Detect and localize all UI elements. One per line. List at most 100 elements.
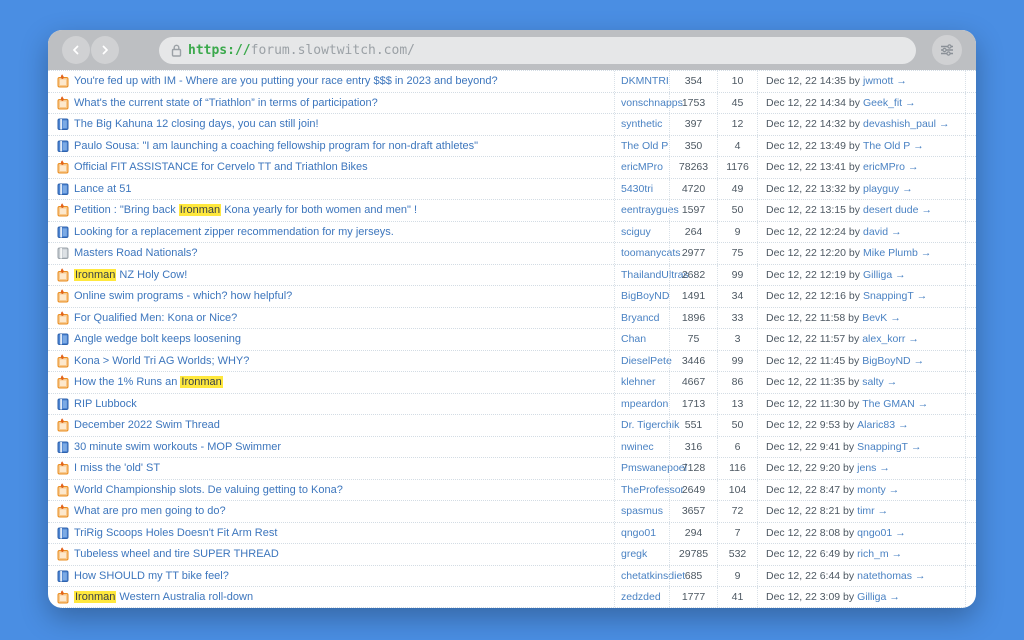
thread-title-link[interactable]: Ironman NZ Holy Cow!: [74, 268, 614, 281]
thread-lastposter-link[interactable]: devashish_paul: [863, 118, 936, 130]
thread-title-link[interactable]: TriRig Scoops Holes Doesn't Fit Arm Rest: [74, 527, 614, 539]
thread-row[interactable]: Online swim programs - which? how helpfu…: [48, 285, 976, 307]
goto-lastpost-arrow-icon[interactable]: →: [898, 419, 909, 431]
thread-lastposter-link[interactable]: david: [863, 226, 888, 238]
thread-title-link[interactable]: I miss the 'old' ST: [74, 462, 614, 474]
thread-lastposter-link[interactable]: rich_m: [857, 548, 889, 560]
goto-lastpost-arrow-icon[interactable]: →: [908, 161, 919, 173]
goto-lastpost-arrow-icon[interactable]: →: [889, 484, 900, 496]
thread-row[interactable]: December 2022 Swim Thread Dr. Tigerchik …: [48, 414, 976, 436]
goto-lastpost-arrow-icon[interactable]: →: [890, 312, 901, 324]
thread-title-link[interactable]: December 2022 Swim Thread: [74, 419, 614, 431]
thread-lastposter-link[interactable]: alex_korr: [862, 333, 905, 345]
thread-row[interactable]: Angle wedge bolt keeps loosening Chan 75…: [48, 328, 976, 350]
url-bar[interactable]: https://forum.slowtwitch.com/: [159, 36, 916, 64]
goto-lastpost-arrow-icon[interactable]: →: [914, 355, 925, 367]
goto-lastpost-arrow-icon[interactable]: →: [878, 505, 889, 517]
thread-row[interactable]: World Championship slots. De valuing get…: [48, 478, 976, 500]
thread-author-link[interactable]: qngo01: [614, 522, 669, 543]
thread-row[interactable]: For Qualified Men: Kona or Nice? Bryancd…: [48, 306, 976, 328]
goto-lastpost-arrow-icon[interactable]: →: [879, 462, 890, 474]
thread-title-link[interactable]: How SHOULD my TT bike feel?: [74, 570, 614, 582]
goto-lastpost-arrow-icon[interactable]: →: [911, 441, 922, 453]
thread-author-link[interactable]: synthetic: [614, 114, 669, 135]
goto-lastpost-arrow-icon[interactable]: →: [905, 97, 916, 109]
goto-lastpost-arrow-icon[interactable]: →: [896, 75, 907, 87]
goto-lastpost-arrow-icon[interactable]: →: [889, 591, 900, 603]
thread-title-link[interactable]: Online swim programs - which? how helpfu…: [74, 290, 614, 302]
thread-author-link[interactable]: mpeardon: [614, 393, 669, 414]
thread-row[interactable]: Tubeless wheel and tire SUPER THREAD gre…: [48, 543, 976, 565]
goto-lastpost-arrow-icon[interactable]: →: [921, 247, 932, 259]
thread-author-link[interactable]: DieselPete: [614, 350, 672, 371]
goto-lastpost-arrow-icon[interactable]: →: [908, 333, 919, 345]
thread-title-link[interactable]: Ironman Western Australia roll-down: [74, 590, 614, 603]
thread-author-link[interactable]: eentraygues: [614, 200, 679, 221]
thread-lastposter-link[interactable]: Alaric83: [857, 419, 895, 431]
thread-title-link[interactable]: What are pro men going to do?: [74, 505, 614, 517]
thread-author-link[interactable]: The Old P: [614, 135, 669, 156]
thread-author-link[interactable]: Chan: [614, 329, 669, 350]
thread-lastposter-link[interactable]: natethomas: [857, 570, 912, 582]
thread-title-link[interactable]: RIP Lubbock: [74, 398, 614, 410]
thread-row[interactable]: Ironman NZ Holy Cow! ThailandUltras 2682…: [48, 263, 976, 285]
thread-row[interactable]: What's the current state of “Triathlon” …: [48, 91, 976, 113]
thread-title-link[interactable]: 30 minute swim workouts - MOP Swimmer: [74, 441, 614, 453]
thread-title-link[interactable]: Angle wedge bolt keeps loosening: [74, 333, 614, 345]
thread-author-link[interactable]: klehner: [614, 372, 669, 393]
thread-title-link[interactable]: Tubeless wheel and tire SUPER THREAD: [74, 548, 614, 560]
thread-title-link[interactable]: Official FIT ASSISTANCE for Cervelo TT a…: [74, 161, 614, 173]
goto-lastpost-arrow-icon[interactable]: →: [895, 527, 906, 539]
thread-author-link[interactable]: spasmus: [614, 501, 669, 522]
thread-author-link[interactable]: nwinec: [614, 436, 669, 457]
thread-author-link[interactable]: vonschnapps: [614, 92, 683, 113]
thread-lastposter-link[interactable]: Mike Plumb: [863, 247, 918, 259]
forward-button[interactable]: [91, 36, 119, 64]
thread-title-link[interactable]: World Championship slots. De valuing get…: [74, 484, 614, 496]
thread-row[interactable]: 30 minute swim workouts - MOP Swimmer nw…: [48, 435, 976, 457]
thread-row[interactable]: How the 1% Runs an Ironman klehner 4667 …: [48, 371, 976, 393]
thread-title-link[interactable]: For Qualified Men: Kona or Nice?: [74, 312, 614, 324]
thread-lastposter-link[interactable]: desert dude: [863, 204, 918, 216]
thread-row[interactable]: You're fed up with IM - Where are you pu…: [48, 70, 976, 92]
thread-row[interactable]: Lance at 51 5430tri 4720 49 Dec 12, 22 1…: [48, 177, 976, 199]
goto-lastpost-arrow-icon[interactable]: →: [891, 226, 902, 238]
thread-author-link[interactable]: Dr. Tigerchik: [614, 415, 679, 436]
thread-row[interactable]: Kona > World Tri AG Worlds; WHY? DieselP…: [48, 349, 976, 371]
thread-lastposter-link[interactable]: ericMPro: [863, 161, 905, 173]
thread-title-link[interactable]: Masters Road Nationals?: [74, 247, 614, 259]
thread-author-link[interactable]: zedzded: [614, 587, 669, 607]
thread-author-link[interactable]: ericMPro: [614, 157, 669, 178]
thread-row[interactable]: How SHOULD my TT bike feel? chetatkinsdi…: [48, 564, 976, 586]
thread-author-link[interactable]: BigBoyND: [614, 286, 669, 307]
thread-row[interactable]: Masters Road Nationals? toomanycats 2977…: [48, 242, 976, 264]
goto-lastpost-arrow-icon[interactable]: →: [913, 140, 924, 152]
goto-lastpost-arrow-icon[interactable]: →: [902, 183, 913, 195]
thread-lastposter-link[interactable]: qngo01: [857, 527, 892, 539]
thread-title-link[interactable]: Looking for a replacement zipper recomme…: [74, 226, 614, 238]
thread-lastposter-link[interactable]: playguy: [863, 183, 899, 195]
thread-lastposter-link[interactable]: BigBoyND: [862, 355, 910, 367]
thread-row[interactable]: Ironman Western Australia roll-down zedz…: [48, 586, 976, 608]
thread-lastposter-link[interactable]: salty: [862, 376, 884, 388]
thread-lastposter-link[interactable]: Gilliga: [863, 269, 892, 281]
thread-lastposter-link[interactable]: timr: [857, 505, 875, 517]
goto-lastpost-arrow-icon[interactable]: →: [939, 118, 950, 130]
thread-author-link[interactable]: Pmswanepoel: [614, 458, 687, 479]
thread-lastposter-link[interactable]: SnappingT: [857, 441, 908, 453]
thread-lastposter-link[interactable]: Gilliga: [857, 591, 886, 603]
thread-row[interactable]: TriRig Scoops Holes Doesn't Fit Arm Rest…: [48, 521, 976, 543]
thread-row[interactable]: The Big Kahuna 12 closing days, you can …: [48, 113, 976, 135]
thread-title-link[interactable]: What's the current state of “Triathlon” …: [74, 97, 614, 109]
thread-author-link[interactable]: ThailandUltras: [614, 264, 689, 285]
thread-author-link[interactable]: Bryancd: [614, 307, 669, 328]
thread-lastposter-link[interactable]: SnappingT: [863, 290, 914, 302]
thread-title-link[interactable]: How the 1% Runs an Ironman: [74, 376, 614, 389]
menu-button[interactable]: [932, 35, 962, 65]
thread-title-link[interactable]: You're fed up with IM - Where are you pu…: [74, 75, 614, 87]
goto-lastpost-arrow-icon[interactable]: →: [915, 570, 926, 582]
thread-lastposter-link[interactable]: jens: [857, 462, 876, 474]
thread-lastposter-link[interactable]: monty: [857, 484, 886, 496]
thread-lastposter-link[interactable]: BevK: [862, 312, 887, 324]
thread-author-link[interactable]: DKMNTRI: [614, 71, 669, 92]
